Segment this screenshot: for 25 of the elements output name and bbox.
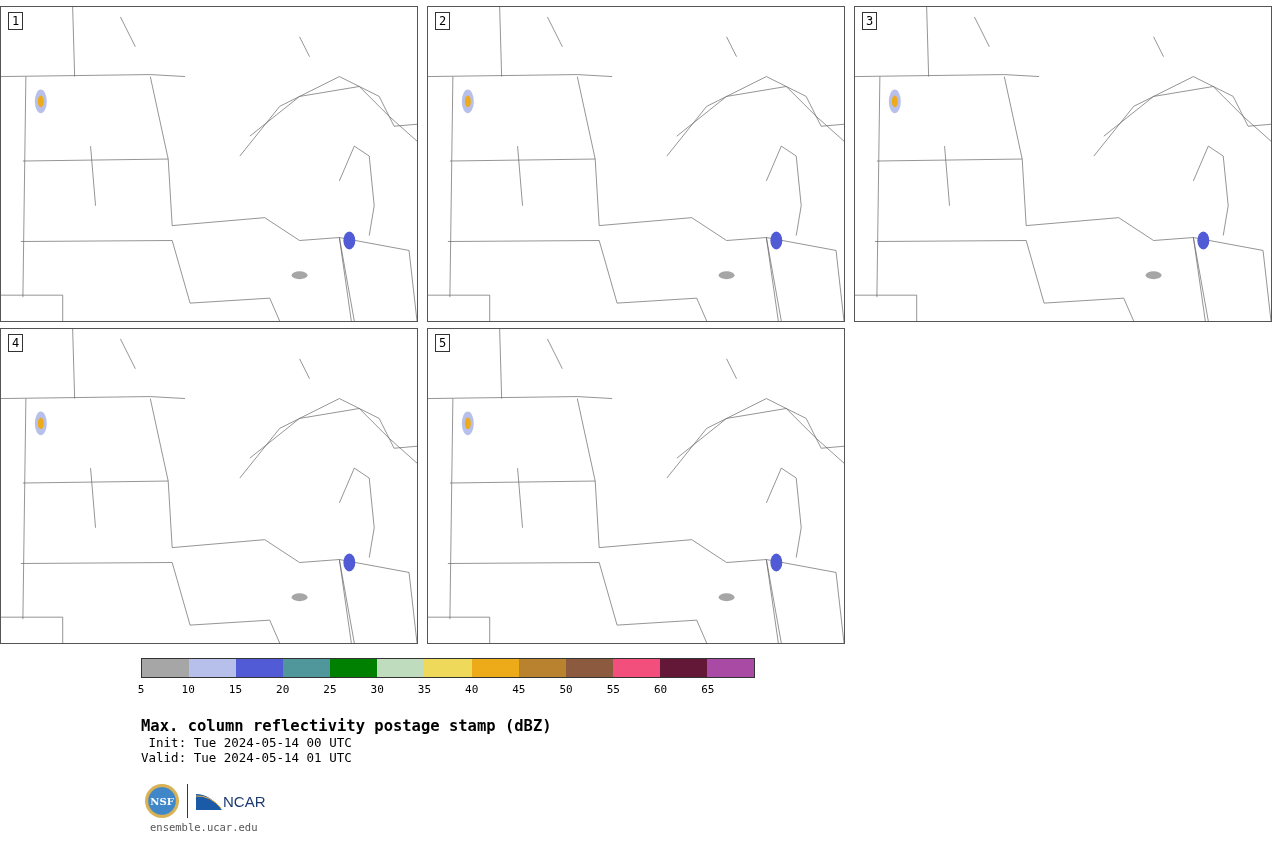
panel-number: 2 (435, 12, 451, 30)
tick-label: 25 (323, 683, 337, 696)
tick-label: 45 (512, 683, 526, 696)
panel-number: 3 (862, 12, 878, 30)
tick-label: 55 (606, 683, 620, 696)
chart-title: Max. column reflectivity postage stamp (dBZ) (141, 717, 553, 735)
tick-label: 50 (559, 683, 573, 696)
nsf-logo: NSF (145, 784, 179, 818)
tick-label: 20 (276, 683, 290, 696)
tick-label: 40 (465, 683, 479, 696)
tick-label: 15 (228, 683, 243, 696)
tick-label: 65 (701, 683, 715, 696)
panel-number: 1 (8, 12, 24, 30)
ncar-wordmark: NCAR (223, 793, 266, 810)
tick-label: 35 (417, 683, 432, 696)
valid-time: Valid: Tue 2024-05-14 01 UTC (141, 750, 353, 765)
swoosh-icon (196, 792, 222, 810)
tick-label: 30 (370, 683, 384, 696)
panel-number: 4 (8, 334, 24, 352)
init-time: Init: Tue 2024-05-14 00 UTC (147, 735, 353, 750)
tick-label: 60 (653, 683, 668, 696)
tick-label: 5 (137, 683, 145, 696)
site-url: ensemble.ucar.edu (150, 821, 259, 834)
tick-label: 10 (181, 683, 195, 696)
panel-number: 5 (435, 334, 451, 352)
